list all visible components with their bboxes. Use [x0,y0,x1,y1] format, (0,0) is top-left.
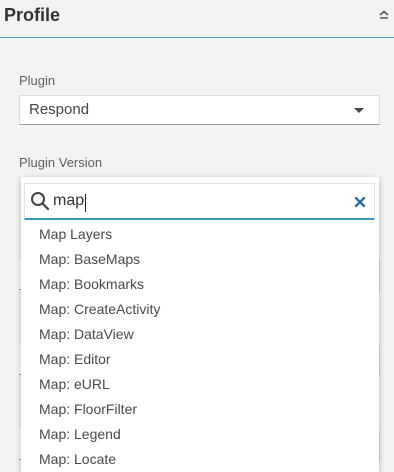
clear-search-button[interactable] [352,194,368,210]
profile-panel: Profile Plugin Respond Plugin Version ma… [0,0,394,472]
panel-header: Profile [0,0,394,38]
chevron-up-icon [379,10,389,19]
plugin-label: Plugin [19,73,56,88]
search-icon [30,191,50,211]
dropdown-option[interactable]: Map: eURL [21,372,379,397]
dropdown-option[interactable]: Map: Legend [21,422,379,447]
collapse-button[interactable] [376,7,392,23]
dropdown-search [24,183,375,220]
dropdown-option[interactable]: Map: CreateActivity [21,297,379,322]
dropdown-option[interactable]: Map: Locate [21,447,379,472]
plugin-select-value: Respond [29,101,90,118]
dropdown-option[interactable]: Map: Bookmarks [21,272,379,297]
dropdown-options: Map Layers Map: BaseMaps Map: Bookmarks … [21,222,379,472]
text-caret [85,194,86,212]
chevron-down-icon [354,108,364,113]
dropdown-option[interactable]: Map: FloorFilter [21,397,379,422]
page-title: Profile [4,5,61,25]
plugin-select[interactable]: Respond [19,95,380,125]
dropdown-option[interactable]: Map: DataView [21,322,379,347]
dropdown-option[interactable]: Map: Editor [21,347,379,372]
plugin-version-dropdown: Map Layers Map: BaseMaps Map: Bookmarks … [21,177,379,472]
plugin-version-label: Plugin Version [19,155,103,170]
dropdown-option[interactable]: Map Layers [21,222,379,247]
dropdown-option[interactable]: Map: BaseMaps [21,247,379,272]
search-input[interactable] [53,189,333,213]
close-icon [354,196,366,208]
